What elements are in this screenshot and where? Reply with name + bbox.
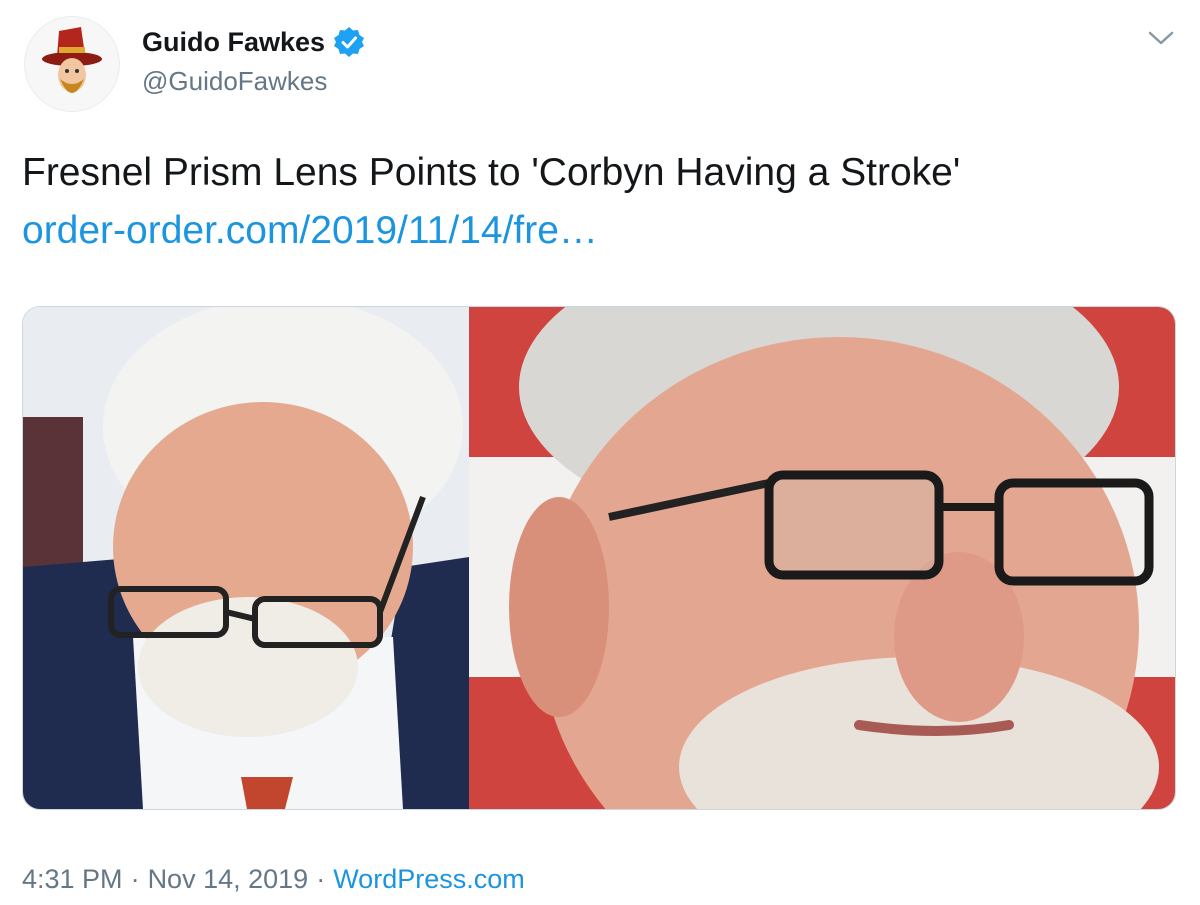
footer-separator: · <box>316 864 326 894</box>
avatar[interactable] <box>24 16 120 112</box>
media-photo-left[interactable] <box>23 307 469 809</box>
author-name-row[interactable]: Guido Fawkes <box>142 26 365 58</box>
guido-fawkes-avatar-image <box>25 17 119 111</box>
author-display-name[interactable]: Guido Fawkes <box>142 27 325 58</box>
author-handle[interactable]: @GuidoFawkes <box>142 66 327 97</box>
tweet-text: Fresnel Prism Lens Points to 'Corbyn Hav… <box>22 144 1172 260</box>
tweet-date[interactable]: Nov 14, 2019 <box>148 864 309 895</box>
tweet-footer: 4:31 PM · Nov 14, 2019 · WordPress.com <box>22 864 525 895</box>
chevron-down-icon[interactable] <box>1146 26 1176 50</box>
tweet-time[interactable]: 4:31 PM <box>22 864 123 895</box>
media-photo-right[interactable] <box>469 307 1175 809</box>
verified-badge-icon <box>334 27 365 57</box>
footer-separator: · <box>130 864 140 894</box>
tweet-source-link[interactable]: WordPress.com <box>333 864 525 895</box>
tweet-body: Fresnel Prism Lens Points to 'Corbyn Hav… <box>22 151 961 194</box>
tweet-media[interactable] <box>22 306 1176 810</box>
tweet-link[interactable]: order-order.com/2019/11/14/fre… <box>22 202 1172 260</box>
